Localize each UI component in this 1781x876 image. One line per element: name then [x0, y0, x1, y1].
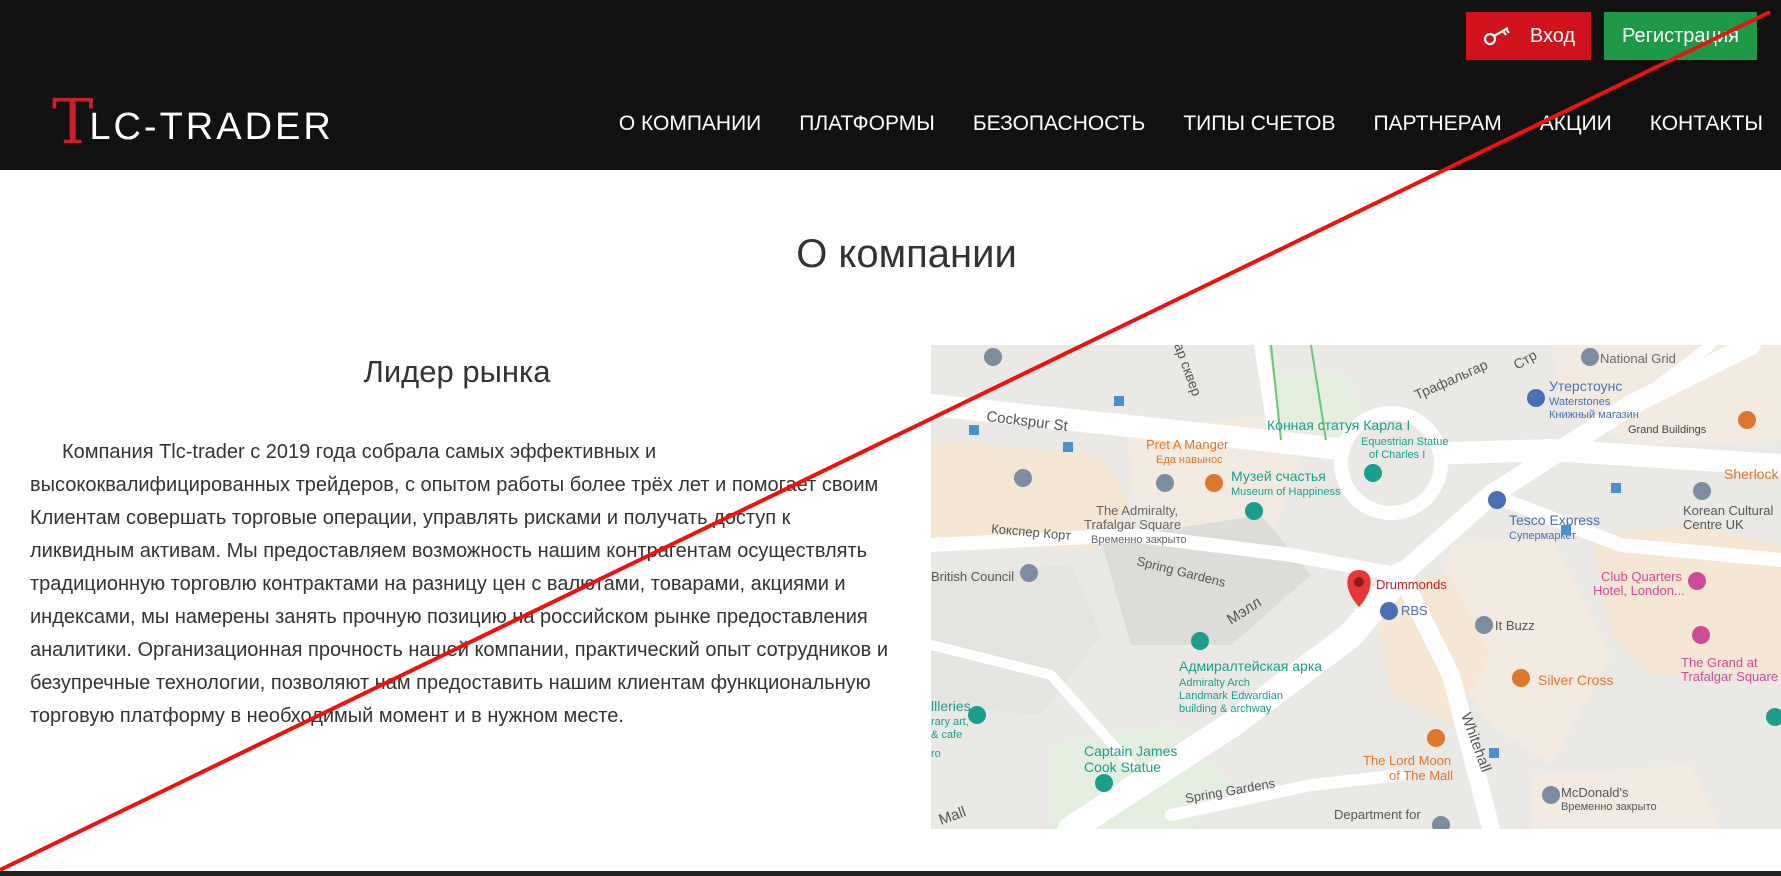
map-label-cook2: Cook Statue — [1084, 759, 1161, 775]
poi-marker-icon — [1738, 411, 1756, 429]
poi-marker-icon — [1014, 469, 1032, 487]
poi-marker-icon — [1475, 616, 1493, 634]
poi-marker-icon — [1581, 348, 1599, 366]
transit-icon — [1114, 396, 1124, 406]
nav-partners[interactable]: ПАРТНЕРАМ — [1373, 112, 1501, 136]
transit-icon — [1561, 525, 1571, 535]
map-label-galleries2: rary art, — [931, 716, 969, 728]
map-label-clubq2: Hotel, London... — [1593, 583, 1685, 598]
map-label-sherlock: Sherlock — [1724, 466, 1779, 482]
map-label-mcd-sub: Временно закрыто — [1561, 801, 1657, 813]
poi-marker-icon — [1427, 729, 1445, 747]
poi-marker-icon — [1488, 491, 1506, 509]
map-label-pret-sub: Еда навынос — [1156, 454, 1223, 466]
site-logo[interactable]: T LC-TRADER — [52, 85, 334, 158]
map-label-admiralty-sub: Временно закрыто — [1091, 534, 1187, 546]
nav-account-types[interactable]: ТИПЫ СЧЕТОВ — [1183, 112, 1335, 136]
map-label-grand-buildings: Grand Buildings — [1628, 424, 1707, 436]
poi-marker-icon — [1364, 464, 1382, 482]
poi-marker-icon — [1692, 626, 1710, 644]
map-label-ro: ro — [931, 748, 941, 760]
map-label-grand: The Grand at — [1681, 655, 1758, 670]
about-paragraph: Компания Tlc-trader с 2019 года собрала … — [30, 441, 889, 727]
register-label: Регистрация — [1622, 24, 1739, 47]
poi-marker-icon — [968, 706, 986, 724]
map-label-arch-sub1: Admiralty Arch — [1179, 677, 1250, 689]
map-label-museum-sub: Museum of Happiness — [1231, 486, 1341, 498]
map-label-tesco: Tesco Express — [1509, 512, 1600, 528]
map-label-admiralty: The Admiralty, — [1096, 503, 1178, 518]
key-icon — [1483, 27, 1510, 46]
map-label-drummonds: Drummonds — [1376, 577, 1447, 592]
map-label-galleries3: & cafe — [931, 729, 962, 741]
page-title: О компании — [796, 232, 1017, 276]
map-label-galleries: llleries — [931, 698, 971, 714]
logo-initial: T — [52, 85, 94, 158]
poi-marker-icon — [1527, 389, 1545, 407]
map-label-silver: Silver Cross — [1538, 672, 1613, 688]
map-label-korean: Korean Cultural — [1683, 503, 1773, 518]
map-label-grand2: Trafalgar Square — [1681, 669, 1778, 684]
map-label-dept: Department for — [1334, 807, 1421, 822]
map-label-cook: Captain James — [1084, 743, 1177, 759]
transit-icon — [1063, 442, 1073, 452]
footer-bar — [0, 871, 1781, 876]
map-label-itbuzz: It Buzz — [1495, 618, 1535, 633]
map-label-clubq: Club Quarters — [1601, 569, 1682, 584]
poi-marker-icon — [1245, 502, 1263, 520]
map-label-waterstones-sub2: Книжный магазин — [1549, 409, 1639, 421]
poi-marker-icon — [1020, 564, 1038, 582]
nav-contacts[interactable]: КОНТАКТЫ — [1650, 112, 1763, 136]
map-label-lordmoon2: of The Mall — [1389, 768, 1453, 783]
section-subtitle: Лидер рынка — [363, 354, 551, 389]
nav-promotions[interactable]: АКЦИИ — [1540, 112, 1612, 136]
poi-marker-icon — [1380, 602, 1398, 620]
map-label-arch-sub3: building & archway — [1179, 703, 1272, 715]
poi-marker-icon — [1205, 474, 1223, 492]
poi-marker-icon — [1688, 572, 1706, 590]
poi-marker-icon — [1191, 632, 1209, 650]
map-label-charles-sub2: of Charles I — [1369, 449, 1425, 461]
poi-marker-icon — [1156, 474, 1174, 492]
map-label-arch: Адмиралтейская арка — [1179, 658, 1322, 674]
map-label-museum: Музей счастья — [1231, 468, 1326, 484]
transit-icon — [1489, 748, 1499, 758]
transit-icon — [1611, 483, 1621, 493]
map-label-arch-sub2: Landmark Edwardian — [1179, 690, 1283, 702]
map-label-lordmoon: The Lord Moon — [1363, 753, 1451, 768]
poi-marker-icon — [1095, 774, 1113, 792]
location-map[interactable]: Cockspur St Кокспер Корт Spring Gardens … — [931, 345, 1781, 829]
map-label-rbs: RBS — [1401, 603, 1428, 618]
login-button[interactable]: Вход — [1466, 12, 1591, 60]
map-label-korean2: Centre UK — [1683, 517, 1744, 532]
poi-marker-icon — [1512, 669, 1530, 687]
map-label-waterstones: Утерстоунс — [1549, 378, 1622, 394]
map-label-waterstones-sub1: Waterstones — [1549, 396, 1611, 408]
map-label-charles-sub1: Equestrian Statue — [1361, 436, 1448, 448]
map-label-charles: Конная статуя Карла I — [1267, 417, 1410, 433]
site-header: T LC-TRADER Вход Регистрация О КОМПАНИИ … — [0, 0, 1781, 170]
nav-platforms[interactable]: ПЛАТФОРМЫ — [799, 112, 935, 136]
main-nav: О КОМПАНИИ ПЛАТФОРМЫ БЕЗОПАСНОСТЬ ТИПЫ С… — [581, 108, 1763, 140]
map-label-pret: Pret A Manger — [1146, 437, 1229, 452]
logo-text: LC-TRADER — [89, 106, 334, 148]
map-label-mcd: McDonald's — [1561, 785, 1629, 800]
poi-marker-icon — [1693, 482, 1711, 500]
poi-marker-icon — [984, 348, 1002, 366]
map-label-british: British Council — [931, 569, 1014, 584]
register-button[interactable]: Регистрация — [1604, 12, 1757, 60]
nav-about[interactable]: О КОМПАНИИ — [619, 112, 761, 136]
poi-marker-icon — [1542, 786, 1560, 804]
map-label-admiralty2: Trafalgar Square — [1084, 517, 1181, 532]
map-label-national: National Grid — [1600, 351, 1676, 366]
transit-icon — [969, 425, 979, 435]
nav-security[interactable]: БЕЗОПАСНОСТЬ — [973, 112, 1146, 136]
login-label: Вход — [1529, 24, 1576, 47]
